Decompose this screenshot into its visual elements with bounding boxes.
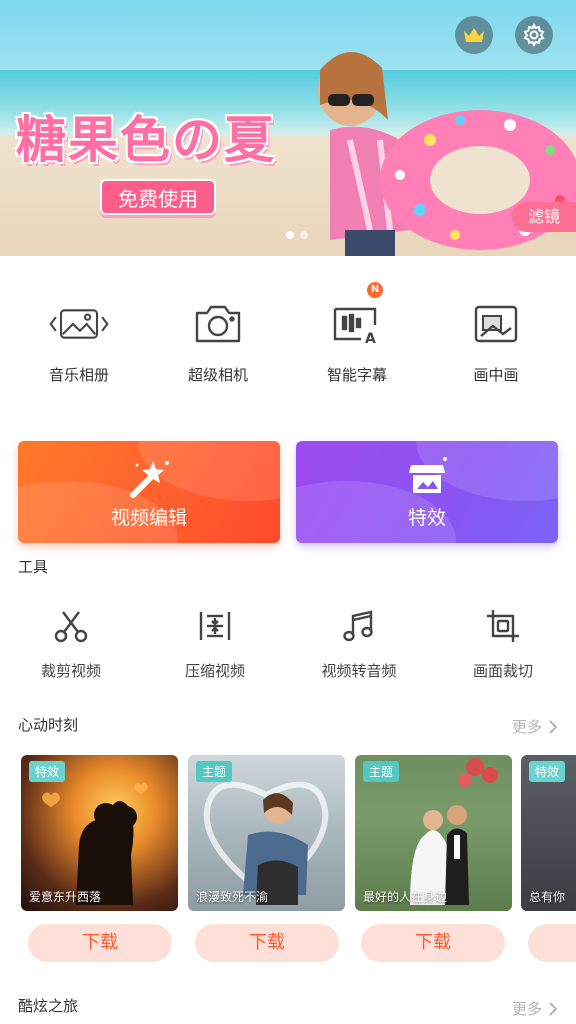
template-caption: 爱意东升西落 [29, 890, 102, 904]
subtitle-icon: A [333, 307, 377, 345]
cool-more-link[interactable]: 更多 [512, 998, 558, 1019]
tools-section-title: 工具 [18, 558, 49, 576]
filter-tag: 滤镜 [512, 202, 576, 232]
quick-label: 智能字幕 [326, 366, 387, 384]
tool-cut-video[interactable]: 裁剪视频 [6, 606, 136, 681]
more-label: 更多 [511, 1000, 542, 1018]
tool-label: 画面裁切 [472, 662, 533, 680]
new-badge: N [367, 282, 383, 298]
template-card[interactable]: 特效 爱意东升西落 [21, 755, 178, 911]
download-button[interactable] [528, 924, 576, 962]
pagination-dot [300, 231, 308, 239]
crown-icon [464, 28, 484, 42]
music-note-icon [343, 610, 373, 642]
quick-actions: 音乐相册 超级相机 A N 智能字幕 画中画 [0, 282, 576, 396]
template-card[interactable]: 主题 浪漫致死不渝 [188, 755, 345, 911]
heart-template-list: 特效 爱意东升西落 下载 主题 浪漫致死不渝 下载 主题 最好的人在身边 下载 … [0, 755, 576, 965]
tool-label: 视频转音频 [321, 662, 397, 680]
heart-more-link[interactable]: 更多 [512, 716, 558, 737]
camera-icon [195, 305, 241, 343]
quick-super-camera[interactable]: 超级相机 [158, 296, 278, 385]
heart-section-title: 心动时刻 [18, 716, 79, 734]
banner-title: 糖果色の夏 [16, 111, 276, 169]
music-album-icon [49, 309, 109, 339]
template-caption: 最好的人在身边 [363, 890, 448, 904]
template-caption: 浪漫致死不渝 [196, 890, 269, 904]
store-icon [409, 457, 447, 493]
tool-crop-frame[interactable]: 画面裁切 [438, 606, 568, 681]
effects-label: 特效 [407, 507, 446, 529]
template-tag: 特效 [529, 761, 566, 782]
quick-smart-subtitle[interactable]: A N 智能字幕 [297, 282, 417, 385]
svg-text:A: A [365, 331, 376, 345]
quick-picture-in-picture[interactable]: 画中画 [436, 296, 556, 385]
template-card[interactable]: 特效 总有你 [521, 755, 576, 911]
scissors-icon [54, 611, 88, 643]
video-edit-label: 视频编辑 [110, 507, 187, 529]
pagination-dot [286, 231, 294, 239]
tool-video-to-audio[interactable]: 视频转音频 [294, 606, 424, 681]
gear-icon [523, 23, 545, 47]
template-tag: 主题 [196, 761, 233, 782]
chevron-right-icon [549, 1001, 558, 1016]
template-caption: 总有你 [529, 890, 566, 904]
banner[interactable]: 糖果色の夏 免费使用 滤镜 [0, 0, 576, 256]
tool-label: 压缩视频 [184, 662, 245, 680]
settings-button[interactable] [515, 16, 553, 54]
download-button[interactable]: 下载 [361, 924, 505, 962]
template-tag: 特效 [29, 761, 66, 782]
cool-section-title: 酷炫之旅 [18, 997, 79, 1015]
template-tag: 主题 [363, 761, 400, 782]
effects-card[interactable]: 特效 [296, 441, 558, 543]
crop-icon [487, 610, 519, 642]
download-button[interactable]: 下载 [28, 924, 172, 962]
quick-label: 超级相机 [187, 366, 248, 384]
quick-label: 画中画 [473, 366, 519, 384]
template-card[interactable]: 主题 最好的人在身边 [355, 755, 512, 911]
tool-compress-video[interactable]: 压缩视频 [150, 606, 280, 681]
free-use-button[interactable]: 免费使用 [100, 179, 216, 215]
vip-button[interactable] [455, 16, 493, 54]
magic-wand-icon [130, 461, 169, 498]
picture-in-picture-icon [474, 305, 518, 343]
video-edit-card[interactable]: 视频编辑 [18, 441, 280, 543]
quick-music-album[interactable]: 音乐相册 [19, 296, 139, 385]
banner-pagination [286, 231, 308, 239]
download-button[interactable]: 下载 [195, 924, 339, 962]
compress-icon [199, 612, 231, 640]
tools-list: 裁剪视频 压缩视频 视频转音频 画面裁切 [0, 606, 576, 686]
chevron-right-icon [549, 719, 558, 734]
quick-label: 音乐相册 [48, 366, 109, 384]
tool-label: 裁剪视频 [40, 662, 101, 680]
more-label: 更多 [511, 718, 542, 736]
